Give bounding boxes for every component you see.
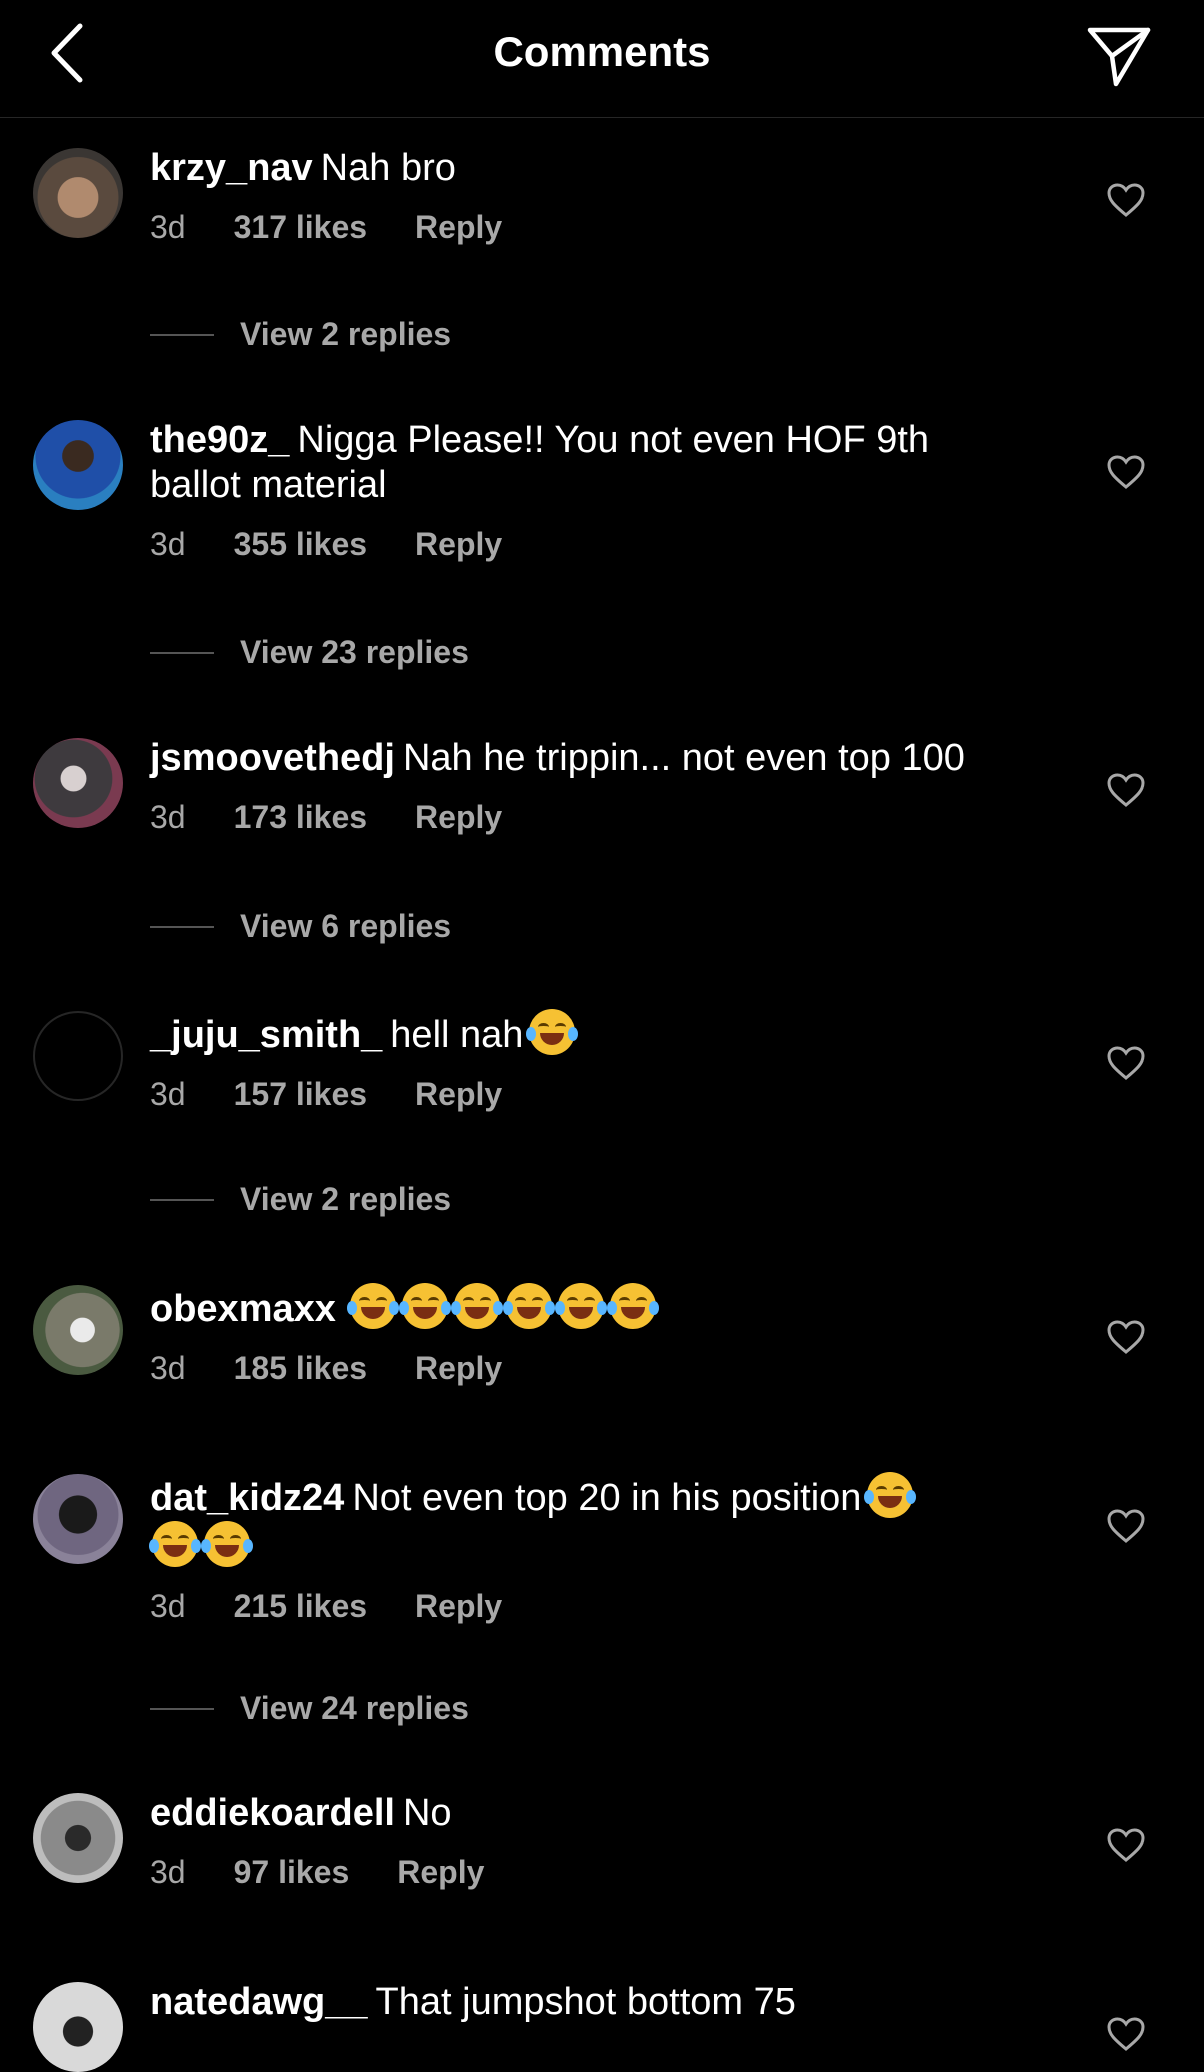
view-replies-label: View 24 replies [240, 1690, 469, 1726]
reply-button[interactable]: Reply [415, 1076, 502, 1113]
view-replies-label: View 6 replies [240, 908, 452, 944]
joy-emoji-icon [554, 1283, 607, 1329]
comment-text: Not even top 20 in his position [352, 1477, 862, 1519]
comment-likes[interactable]: 185 likes [234, 1350, 367, 1387]
comment-time: 3d [150, 526, 186, 562]
comment-likes[interactable]: 157 likes [234, 1076, 367, 1113]
comment-username[interactable]: _juju_smith_ [150, 1014, 382, 1056]
comment-username[interactable]: the90z_ [150, 419, 289, 461]
heart-icon[interactable] [1106, 1319, 1146, 1355]
view-replies-button[interactable]: View 2 replies [150, 1181, 451, 1218]
joy-emoji-icon [346, 1283, 399, 1329]
heart-icon[interactable] [1106, 182, 1146, 218]
avatar[interactable] [33, 1982, 123, 2072]
comment-text: hell nah [390, 1014, 524, 1056]
comment-text: Nah he trippin... not even top 100 [402, 737, 965, 779]
avatar[interactable] [33, 738, 123, 828]
joy-emoji-icon [450, 1283, 503, 1329]
comment-time: 3d [150, 1588, 186, 1624]
comment-time: 3d [150, 799, 186, 835]
reply-button[interactable]: Reply [415, 1588, 502, 1625]
view-replies-button[interactable]: View 23 replies [150, 634, 469, 671]
avatar[interactable] [33, 1011, 123, 1101]
comment-likes[interactable]: 173 likes [234, 799, 367, 836]
joy-emoji-icon [398, 1283, 451, 1329]
avatar[interactable] [33, 1474, 123, 1564]
reply-button[interactable]: Reply [415, 209, 502, 246]
comment-username[interactable]: dat_kidz24 [150, 1477, 344, 1519]
comment-likes[interactable]: 355 likes [234, 526, 367, 563]
comment-text: No [402, 1792, 452, 1834]
comment-username[interactable]: natedawg__ [150, 1981, 368, 2023]
reply-button[interactable]: Reply [397, 1854, 484, 1891]
reply-button[interactable]: Reply [415, 799, 502, 836]
divider [150, 651, 214, 654]
heart-icon[interactable] [1106, 1045, 1146, 1081]
avatar[interactable] [33, 1793, 123, 1883]
view-replies-label: View 23 replies [240, 634, 469, 670]
comment-likes[interactable]: 97 likes [234, 1854, 350, 1891]
divider [150, 1198, 214, 1201]
rofl-emoji-icon [526, 1009, 579, 1055]
comment-text: Nah bro [320, 147, 456, 189]
comment-likes[interactable]: 317 likes [234, 209, 367, 246]
reply-button[interactable]: Reply [415, 526, 502, 563]
divider [150, 925, 214, 928]
avatar[interactable] [33, 1285, 123, 1375]
comment-time: 3d [150, 1350, 186, 1386]
header: Comments [0, 0, 1204, 118]
avatar[interactable] [33, 420, 123, 510]
avatar[interactable] [33, 148, 123, 238]
share-button[interactable] [1084, 22, 1154, 92]
heart-icon[interactable] [1106, 1508, 1146, 1544]
divider [150, 1707, 214, 1710]
joy-emoji-icon [606, 1283, 659, 1329]
joy-emoji-icon [502, 1283, 555, 1329]
view-replies-label: View 2 replies [240, 316, 452, 352]
comment-time: 3d [150, 1076, 186, 1112]
joy-emoji-icon [201, 1521, 253, 1567]
heart-icon[interactable] [1106, 1827, 1146, 1863]
comment-username[interactable]: jsmoovethedj [150, 737, 395, 779]
paper-plane-icon [1087, 27, 1151, 87]
page-title: Comments [493, 28, 711, 75]
joy-emoji-icon [149, 1521, 201, 1567]
view-replies-button[interactable]: View 24 replies [150, 1690, 469, 1727]
comment-time: 3d [150, 209, 186, 245]
comment-text: That jumpshot bottom 75 [375, 1981, 796, 2023]
view-replies-button[interactable]: View 6 replies [150, 908, 451, 945]
view-replies-label: View 2 replies [240, 1181, 452, 1217]
comment-username[interactable]: eddiekoardell [150, 1792, 395, 1834]
heart-icon[interactable] [1106, 454, 1146, 490]
heart-icon[interactable] [1106, 2016, 1146, 2052]
comment-username[interactable]: krzy_nav [150, 147, 313, 189]
comment-time: 3d [150, 1854, 186, 1890]
view-replies-button[interactable]: View 2 replies [150, 316, 451, 353]
joy-emoji-icon [864, 1472, 917, 1518]
comment-username[interactable]: obexmaxx [150, 1288, 336, 1330]
reply-button[interactable]: Reply [415, 1350, 502, 1387]
comment-likes[interactable]: 215 likes [234, 1588, 367, 1625]
heart-icon[interactable] [1106, 772, 1146, 808]
divider [150, 333, 214, 336]
